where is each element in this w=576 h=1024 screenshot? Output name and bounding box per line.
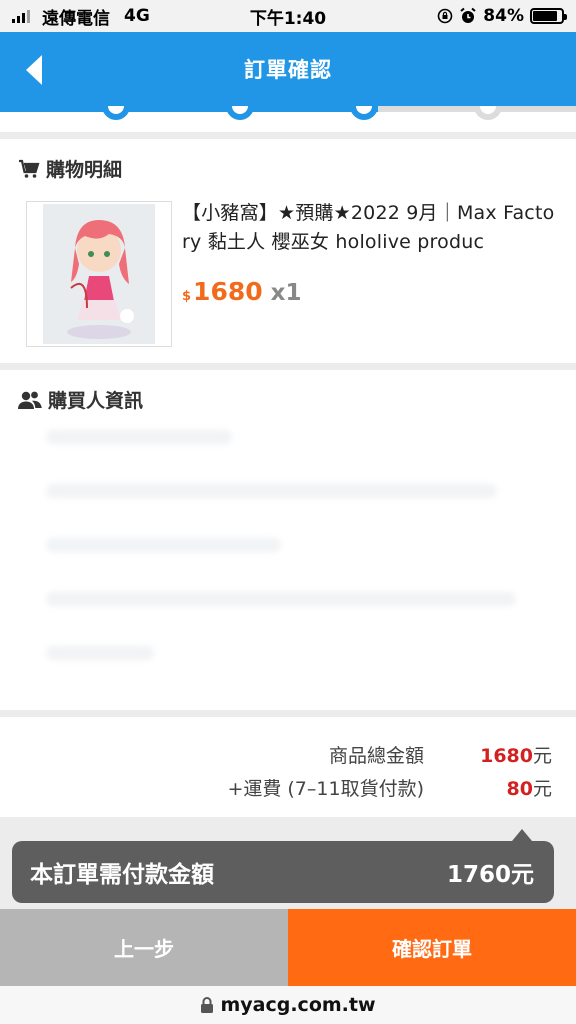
battery-icon xyxy=(530,8,567,24)
clock: 下午1:40 xyxy=(249,8,327,29)
lock-icon xyxy=(201,997,214,1013)
cart-section-title: 購物明細 xyxy=(18,155,122,182)
users-icon xyxy=(18,391,42,409)
currency-symbol: $ xyxy=(182,289,192,304)
shipping-value: 80元 xyxy=(506,778,552,800)
alarm-icon xyxy=(460,7,476,23)
product-name[interactable]: 【小豬窩】★預購★2022 9月｜Max Factory 黏土人 櫻巫女 hol… xyxy=(182,199,556,257)
shipping-row: +運費 (7–11取貨付款) 80元 xyxy=(227,774,552,801)
subtotal-row: 商品總金額 1680元 xyxy=(329,741,552,768)
subtotal-label: 商品總金額 xyxy=(328,745,424,767)
total-amount-bar: 本訂單需付款金額 1760元 xyxy=(12,829,554,903)
step-4-dot xyxy=(474,106,502,120)
product-image[interactable] xyxy=(26,201,172,347)
footer-actions: 上一步 確認訂單 xyxy=(0,909,576,986)
product-quantity: x1 xyxy=(270,280,302,306)
buyer-section-title: 購買人資訊 xyxy=(18,386,143,413)
cart-section: 購物明細 【小豬窩】★預購★2022 9月｜Max Factory 黏土人 櫻巫… xyxy=(0,139,576,363)
status-bar: 遠傳電信 4G 下午1:40 84% xyxy=(0,0,576,32)
url-text: myacg.com.tw xyxy=(220,994,376,1016)
cart-icon xyxy=(19,159,40,178)
figure-image xyxy=(43,204,155,344)
network-type: 4G xyxy=(124,6,150,26)
buyer-section: 購買人資訊 xyxy=(0,370,576,710)
shipping-label: +運費 (7–11取貨付款) xyxy=(227,778,424,800)
stepper-line-complete xyxy=(0,106,378,112)
buyer-info-redacted xyxy=(46,430,536,700)
battery-level xyxy=(533,11,557,21)
page-title: 訂單確認 xyxy=(244,58,332,82)
signal-icon xyxy=(12,9,30,23)
progress-stepper xyxy=(0,106,576,132)
summary-section: 商品總金額 1680元 +運費 (7–11取貨付款) 80元 xyxy=(0,717,576,817)
chevron-left-icon xyxy=(26,55,42,85)
total-label: 本訂單需付款金額 xyxy=(30,862,214,888)
rotation-lock-icon xyxy=(437,8,453,24)
product-price: 1680 xyxy=(193,277,263,306)
price-row: $ 1680 x1 xyxy=(182,277,301,306)
total-value: 1760元 xyxy=(446,862,534,888)
step-2-dot xyxy=(226,106,254,120)
battery-percent: 84% xyxy=(483,6,524,26)
back-button[interactable] xyxy=(14,52,54,88)
browser-url-bar[interactable]: myacg.com.tw xyxy=(0,986,576,1024)
previous-step-button[interactable]: 上一步 xyxy=(0,909,288,986)
step-1-dot xyxy=(102,106,130,120)
step-3-dot xyxy=(350,106,378,120)
app-header: 訂單確認 xyxy=(0,32,576,106)
confirm-order-button[interactable]: 確認訂單 xyxy=(288,909,576,986)
carrier-name: 遠傳電信 xyxy=(42,8,110,29)
subtotal-value: 1680元 xyxy=(480,745,552,767)
